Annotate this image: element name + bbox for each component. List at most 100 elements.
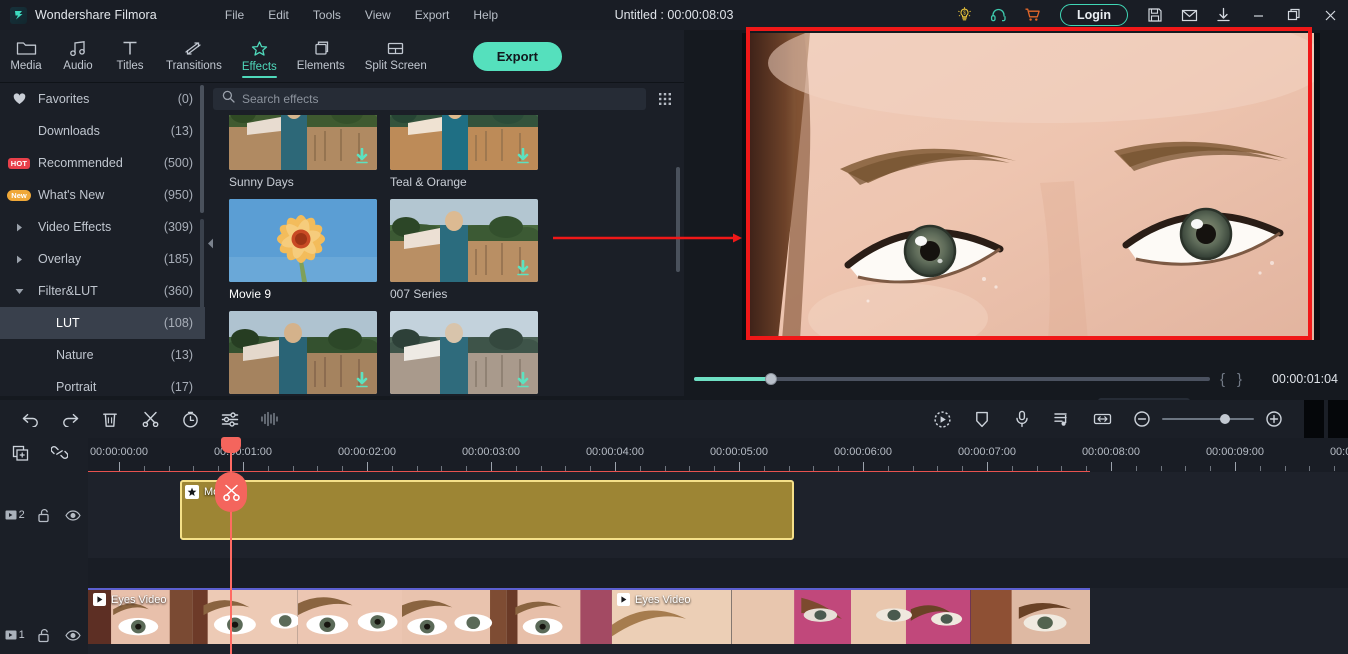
timeline-clip-movie-9[interactable]: Movie 9	[180, 480, 794, 540]
menu-edit[interactable]: Edit	[256, 4, 301, 26]
sidebar-count-overlay: (185)	[163, 252, 193, 266]
sidebar-item-lut[interactable]: LUT (108)	[0, 307, 205, 339]
track-1-unlock-icon[interactable]	[29, 628, 58, 643]
preview-progress-handle[interactable]	[765, 373, 778, 385]
menu-export[interactable]: Export	[403, 4, 462, 26]
ruler-tick-label: 00:00:00:00	[89, 446, 149, 458]
add-track-icon[interactable]	[12, 445, 29, 466]
download-arrow-icon[interactable]	[516, 259, 530, 278]
link-icon[interactable]	[50, 445, 69, 465]
effect-card-harry-potter[interactable]: Harry Potter	[229, 311, 377, 396]
tab-transitions[interactable]: Transitions	[156, 30, 232, 82]
zoom-in-button[interactable]	[1254, 400, 1294, 438]
grid-dots-icon[interactable]	[654, 88, 676, 110]
track-2-number: 2	[18, 509, 25, 521]
marker-button[interactable]	[962, 400, 1002, 438]
tab-elements[interactable]: Elements	[287, 30, 355, 82]
sidebar-item-downloads[interactable]: Downloads (13)	[0, 115, 205, 147]
login-button[interactable]: Login	[1059, 4, 1128, 26]
tab-audio[interactable]: Audio	[52, 30, 104, 82]
menu-file[interactable]: File	[213, 4, 256, 26]
track-2-unlock-icon[interactable]	[29, 508, 58, 523]
filmstrip-frame	[297, 590, 403, 644]
export-button[interactable]: Export	[472, 41, 562, 71]
timeline-clip-eyes-video-1[interactable]	[88, 588, 612, 644]
zoom-slider-handle[interactable]	[1220, 414, 1230, 424]
download-arrow-icon[interactable]	[516, 371, 530, 390]
effects-grid-scroll[interactable]: Sunny Days Teal & Orange Movie 9 007 Ser…	[205, 115, 684, 396]
delete-button[interactable]	[90, 400, 130, 438]
effect-card-movie-9[interactable]: Movie 9	[229, 199, 377, 301]
minimize-button[interactable]	[1240, 0, 1276, 30]
track-1-number-icon: 1	[0, 629, 29, 641]
zoom-slider-track[interactable]	[1162, 414, 1254, 424]
track-1-eye-icon[interactable]	[59, 629, 88, 641]
sunflower-art	[229, 199, 377, 282]
effect-card-007-series[interactable]: 007 Series	[390, 199, 538, 301]
duration-button[interactable]	[170, 400, 210, 438]
effects-category-sidebar[interactable]: Favorites (0) Downloads (13) HOT Recomme…	[0, 83, 205, 396]
cart-icon[interactable]	[1016, 0, 1050, 30]
sidebar-item-favorites[interactable]: Favorites (0)	[0, 83, 205, 115]
preview-timecode: 00:00:01:04	[1271, 372, 1338, 386]
effect-card-teal-and-orange[interactable]: Teal & Orange	[390, 115, 538, 189]
mail-icon[interactable]	[1172, 0, 1206, 30]
preview-frame-image	[748, 33, 1314, 340]
close-button[interactable]	[1312, 0, 1348, 30]
sidebar-scrollbar-thumb-lower[interactable]	[200, 219, 204, 339]
track-2-eye-icon[interactable]	[59, 509, 88, 521]
tab-split-screen[interactable]: Split Screen	[355, 30, 437, 82]
search-input[interactable]	[242, 92, 637, 106]
stage-letterbox-right	[1314, 33, 1320, 340]
sidebar-item-video-effects[interactable]: Video Effects (309)	[0, 211, 205, 243]
download-arrow-icon[interactable]	[516, 147, 530, 166]
sidebar-item-nature[interactable]: Nature (13)	[0, 339, 205, 371]
menu-view[interactable]: View	[353, 4, 403, 26]
effect-card-sunny-days[interactable]: Sunny Days	[229, 115, 377, 189]
save-icon[interactable]	[1138, 0, 1172, 30]
caret-right-icon[interactable]	[0, 223, 38, 232]
tab-media[interactable]: Media	[0, 30, 52, 82]
download-arrow-icon[interactable]	[355, 147, 369, 166]
lightbulb-icon[interactable]: $	[948, 0, 982, 30]
preview-progress-slider[interactable]	[694, 373, 1210, 385]
download-arrow-icon[interactable]	[355, 371, 369, 390]
sidebar-scrollbar-thumb[interactable]	[200, 85, 204, 213]
panel-collapse-handle[interactable]	[206, 232, 214, 254]
render-preview-button[interactable]	[922, 400, 962, 438]
split-button[interactable]	[130, 400, 170, 438]
tab-titles[interactable]: Titles	[104, 30, 156, 82]
timeline-zoom-slider[interactable]	[1162, 400, 1254, 438]
caret-down-icon[interactable]	[0, 288, 38, 295]
video-preview-canvas[interactable]	[748, 33, 1314, 340]
sidebar-item-overlay[interactable]: Overlay (185)	[0, 243, 205, 275]
menu-tools[interactable]: Tools	[301, 4, 353, 26]
sidebar-item-portrait[interactable]: Portrait (17)	[0, 371, 205, 396]
redo-button[interactable]	[50, 400, 90, 438]
sidebar-item-recommended[interactable]: HOT Recommended (500)	[0, 147, 205, 179]
menu-help[interactable]: Help	[461, 4, 510, 26]
sidebar-item-whats-new[interactable]: New What's New (950)	[0, 179, 205, 211]
tab-effects[interactable]: Effects	[232, 30, 287, 82]
clip-filmstrip	[88, 590, 612, 644]
fit-timeline-button[interactable]	[1082, 400, 1122, 438]
audio-waveform-button[interactable]	[250, 400, 290, 438]
sidebar-count-video-effects: (309)	[163, 220, 193, 234]
timeline-ruler[interactable]: 00:00:00:00 00:00:01:00 00:00:02:00 00:00:0…	[88, 438, 1348, 472]
maximize-button[interactable]	[1276, 0, 1312, 30]
mark-out-icon[interactable]: }	[1235, 371, 1244, 388]
mark-in-icon[interactable]: {	[1218, 371, 1227, 388]
caret-right-icon[interactable]	[0, 255, 38, 264]
settings-button[interactable]	[210, 400, 250, 438]
search-effects-box[interactable]	[213, 88, 646, 110]
download-icon[interactable]	[1206, 0, 1240, 30]
voiceover-button[interactable]	[1002, 400, 1042, 438]
headset-icon[interactable]	[982, 0, 1016, 30]
zoom-out-button[interactable]	[1122, 400, 1162, 438]
effects-scrollbar-thumb[interactable]	[676, 167, 680, 272]
audio-mixer-button[interactable]	[1042, 400, 1082, 438]
sidebar-count-nature: (13)	[170, 348, 193, 362]
effect-card-cold-and-harsh[interactable]: Cold & Harsh	[390, 311, 538, 396]
undo-button[interactable]	[10, 400, 50, 438]
sidebar-item-filter-lut[interactable]: Filter&LUT (360)	[0, 275, 205, 307]
